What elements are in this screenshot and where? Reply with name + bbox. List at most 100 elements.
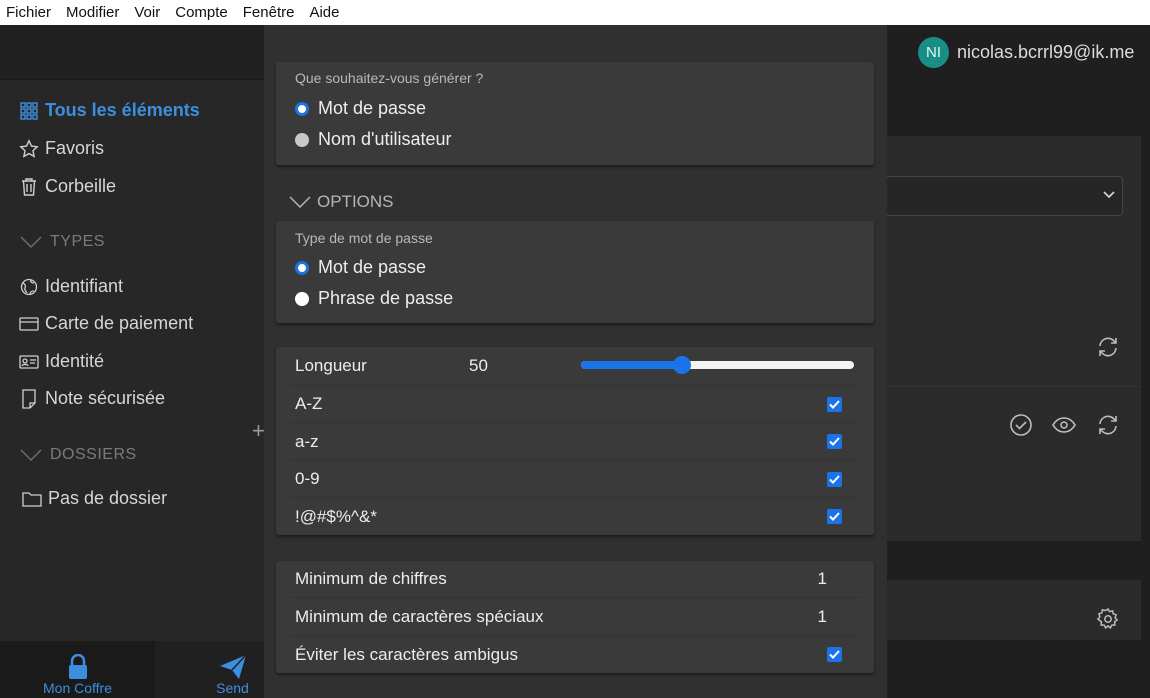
menu-compte[interactable]: Compte [175, 4, 228, 21]
avoid-ambiguous-checkbox[interactable] [827, 647, 842, 662]
radio-button-checked[interactable] [295, 101, 309, 116]
paper-plane-icon [219, 654, 247, 679]
radio-label: Phrase de passe [318, 288, 454, 308]
account-switcher[interactable]: NI nicolas.bcrrl99@ik.me [918, 37, 1134, 68]
add-folder-icon[interactable]: + [252, 418, 265, 444]
chevron-down-icon [20, 449, 42, 462]
character-options-card: Longueur 50 A-Z a-z 0-9 !@#$%^&* [276, 347, 874, 535]
sidebar-item-label: Tous les éléments [45, 100, 200, 120]
menu-fenetre[interactable]: Fenêtre [243, 4, 295, 21]
regenerate-icon[interactable] [1095, 412, 1121, 438]
radio-label: Nom d'utilisateur [318, 129, 452, 149]
sidebar-item-label: Pas de dossier [48, 488, 168, 508]
charset-label: A-Z [295, 394, 323, 413]
sidebar-item-all-items[interactable]: Tous les éléments [19, 100, 200, 121]
min-digits-row[interactable]: Minimum de chiffres 1 [289, 561, 861, 598]
radio-label: Mot de passe [318, 257, 427, 277]
sidebar-item-label: Identifiant [45, 276, 124, 296]
sidebar-item-identity[interactable]: Identité [19, 351, 104, 372]
charset-label: 0-9 [295, 469, 320, 488]
radio-password[interactable]: Mot de passe [295, 98, 426, 119]
sidebar-item-login[interactable]: Identifiant [19, 276, 123, 297]
check-password-icon[interactable] [1008, 412, 1034, 438]
min-digits-value[interactable]: 1 [818, 569, 827, 589]
trash-icon [19, 177, 39, 197]
avoid-ambiguous-label: Éviter les caractères ambigus [295, 644, 518, 664]
vault-tab-label: Mon Coffre [43, 680, 112, 696]
special-row[interactable]: !@#$%^&* [289, 498, 861, 535]
digits-row[interactable]: 0-9 [289, 461, 861, 498]
bottom-nav: Mon Coffre Send [0, 641, 264, 698]
radio-button[interactable] [295, 132, 309, 147]
length-value: 50 [469, 356, 488, 375]
options-section-header[interactable]: OPTIONS [289, 192, 394, 212]
vault-tab[interactable]: Mon Coffre [0, 641, 155, 698]
grid-icon [19, 101, 39, 121]
send-tab-label: Send [216, 680, 249, 696]
menu-fichier[interactable]: Fichier [6, 4, 51, 21]
folders-section-header[interactable]: DOSSIERS [20, 446, 137, 464]
minimums-card: Minimum de chiffres 1 Minimum de caractè… [276, 561, 874, 673]
sidebar-item-favorites[interactable]: Favoris [19, 138, 104, 159]
chevron-down-icon [20, 236, 42, 249]
folders-section-title: DOSSIERS [50, 446, 137, 463]
types-section-title: TYPES [50, 233, 105, 250]
sidebar-header [0, 25, 264, 80]
sidebar-item-label: Corbeille [45, 176, 117, 196]
slider-fill [581, 361, 682, 369]
uppercase-checkbox[interactable] [827, 396, 842, 412]
radio-button-checked[interactable] [295, 260, 309, 275]
globe-icon [19, 277, 39, 297]
regenerate-icon[interactable] [1095, 334, 1121, 360]
password-type-card: Type de mot de passe Mot de passe Phrase… [276, 221, 874, 323]
menu-modifier[interactable]: Modifier [66, 4, 119, 21]
charset-label: !@#$%^&* [295, 506, 377, 526]
menu-voir[interactable]: Voir [134, 4, 160, 21]
radio-passphrase[interactable]: Phrase de passe [295, 288, 453, 309]
uppercase-row[interactable]: A-Z [289, 386, 861, 423]
sidebar-item-trash[interactable]: Corbeille [19, 176, 116, 197]
radio-password-type[interactable]: Mot de passe [295, 257, 426, 278]
min-special-label: Minimum de caractères spéciaux [295, 606, 544, 626]
radio-label: Mot de passe [318, 98, 427, 118]
length-row: Longueur 50 [289, 347, 861, 386]
sidebar-item-label: Note sécurisée [45, 388, 166, 408]
menu-aide[interactable]: Aide [309, 4, 339, 21]
sidebar-item-no-folder[interactable]: Pas de dossier [22, 488, 167, 509]
lowercase-row[interactable]: a-z [289, 423, 861, 461]
sidebar-item-card[interactable]: Carte de paiement [19, 313, 193, 334]
length-slider[interactable] [581, 356, 854, 374]
account-email: nicolas.bcrrl99@ik.me [957, 42, 1135, 62]
password-type-label: Type de mot de passe [295, 230, 433, 246]
radio-username[interactable]: Nom d'utilisateur [295, 129, 452, 150]
note-icon [19, 388, 39, 409]
generate-type-label: Que souhaitez-vous générer ? [295, 70, 484, 86]
sidebar-item-label: Carte de paiement [45, 313, 194, 333]
star-icon [19, 138, 39, 159]
generate-type-card: Que souhaitez-vous générer ? Mot de pass… [276, 62, 874, 165]
min-digits-label: Minimum de chiffres [295, 569, 447, 588]
sidebar-item-label: Favoris [45, 138, 105, 158]
min-special-row[interactable]: Minimum de caractères spéciaux 1 [289, 598, 861, 636]
item-type-select[interactable] [886, 176, 1123, 216]
eye-icon[interactable] [1051, 412, 1077, 438]
id-card-icon [19, 352, 39, 372]
gear-icon[interactable] [1095, 606, 1121, 632]
chevron-down-icon [1103, 191, 1115, 199]
sidebar-item-label: Identité [45, 351, 105, 371]
radio-button[interactable] [295, 291, 309, 306]
special-checkbox[interactable] [827, 509, 842, 524]
avatar: NI [918, 37, 949, 68]
digits-checkbox[interactable] [827, 471, 842, 487]
chevron-down-icon [289, 196, 311, 209]
sidebar-item-secure-note[interactable]: Note sécurisée [19, 388, 165, 409]
lock-icon [68, 654, 87, 679]
folder-icon [22, 489, 42, 509]
min-special-value[interactable]: 1 [818, 607, 827, 627]
avoid-ambiguous-row[interactable]: Éviter les caractères ambigus [289, 636, 861, 673]
slider-thumb[interactable] [673, 356, 691, 374]
lowercase-checkbox[interactable] [827, 434, 842, 449]
divider [886, 386, 1141, 387]
options-title: OPTIONS [317, 192, 394, 211]
types-section-header[interactable]: TYPES [20, 233, 105, 251]
